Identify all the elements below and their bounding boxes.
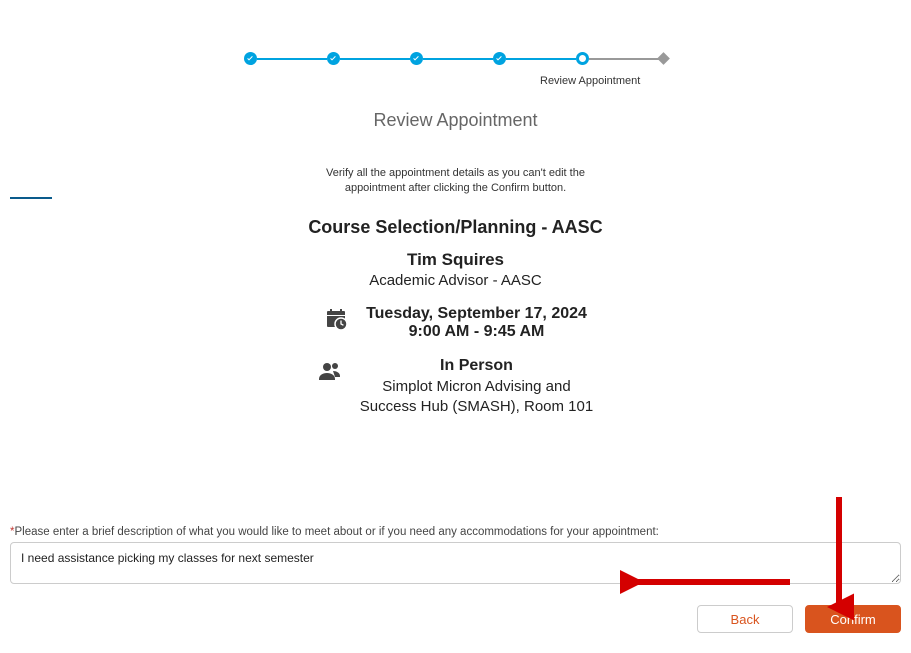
back-button[interactable]: Back xyxy=(697,605,793,633)
appointment-date: Tuesday, September 17, 2024 xyxy=(366,305,587,323)
step-2-complete xyxy=(327,52,340,65)
verify-line-2: appointment after clicking the Confirm b… xyxy=(345,182,566,194)
step-connector xyxy=(257,58,327,60)
description-label-text: Please enter a brief description of what… xyxy=(14,526,658,538)
datetime-row: Tuesday, September 17, 2024 9:00 AM - 9:… xyxy=(0,305,911,341)
step-connector xyxy=(589,58,659,60)
advisor-role: Academic Advisor - AASC xyxy=(0,272,911,289)
description-section: *Please enter a brief description of wha… xyxy=(10,526,901,633)
location-row: In Person Simplot Micron Advising and Su… xyxy=(0,357,911,418)
current-step-label: Review Appointment xyxy=(540,75,640,87)
appointment-time: 9:00 AM - 9:45 AM xyxy=(366,323,587,341)
description-label: *Please enter a brief description of wha… xyxy=(10,526,901,538)
appointment-topic: Course Selection/Planning - AASC xyxy=(0,217,911,238)
advisor-info: Tim Squires Academic Advisor - AASC xyxy=(0,250,911,289)
step-4-complete xyxy=(493,52,506,65)
step-indicator xyxy=(0,52,911,65)
step-connector xyxy=(506,58,576,60)
button-row: Back Confirm xyxy=(10,605,901,633)
verify-instructions: Verify all the appointment details as yo… xyxy=(0,166,911,197)
step-5-current xyxy=(576,52,589,65)
verify-line-1: Verify all the appointment details as yo… xyxy=(326,167,585,179)
step-connector xyxy=(423,58,493,60)
tab-underline xyxy=(10,197,52,199)
location-line-1: Simplot Micron Advising and xyxy=(382,378,570,395)
confirm-button[interactable]: Confirm xyxy=(805,605,901,633)
location-line-2: Success Hub (SMASH), Room 101 xyxy=(360,398,593,415)
step-3-complete xyxy=(410,52,423,65)
page-title: Review Appointment xyxy=(0,110,911,131)
people-icon xyxy=(318,359,342,383)
step-connector xyxy=(340,58,410,60)
step-1-complete xyxy=(244,52,257,65)
step-6-upcoming xyxy=(657,52,670,65)
appointment-mode: In Person xyxy=(360,357,593,375)
advisor-name: Tim Squires xyxy=(0,250,911,270)
calendar-clock-icon xyxy=(324,307,348,331)
description-input[interactable] xyxy=(10,542,901,584)
